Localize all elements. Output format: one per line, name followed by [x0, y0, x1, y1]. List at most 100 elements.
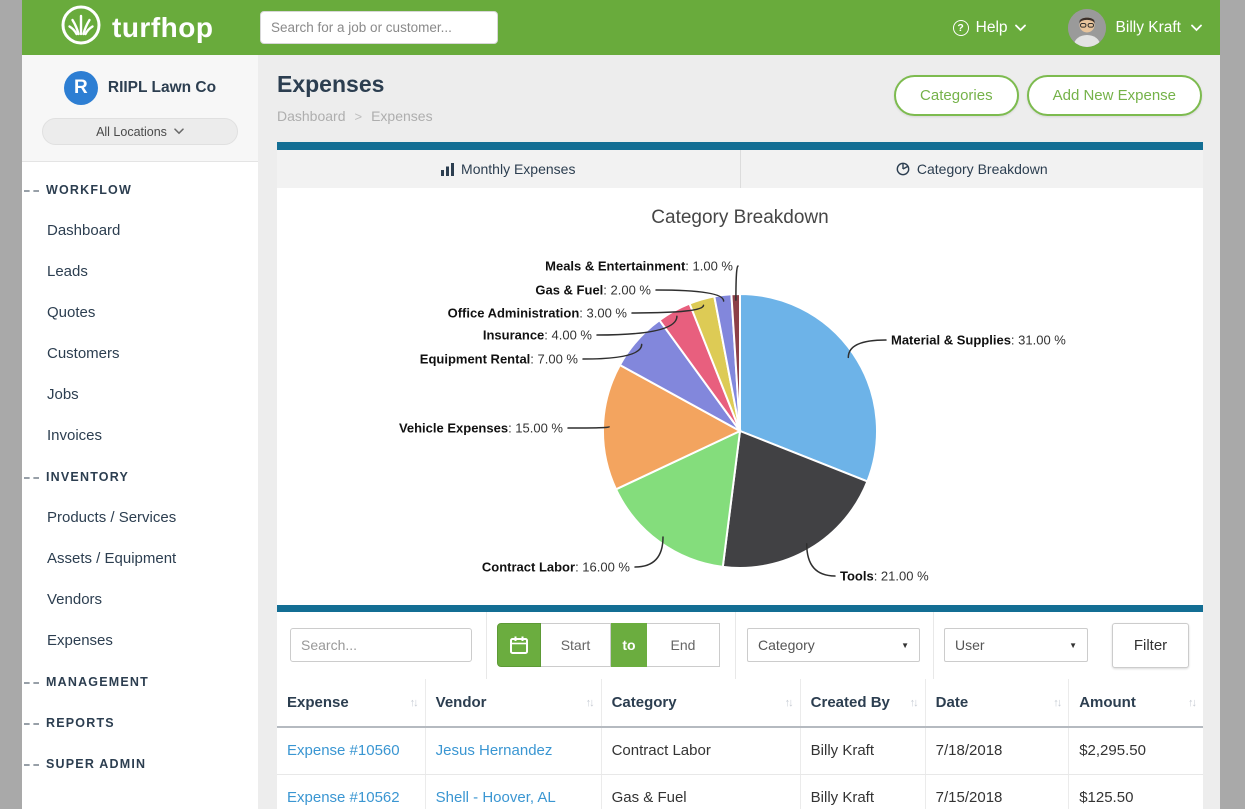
panel-top-accent	[277, 142, 1203, 150]
column-header-expense[interactable]: Expense↑↓	[277, 679, 425, 727]
sidebar-item-expenses[interactable]: Expenses	[22, 620, 258, 661]
sidebar-item-quotes[interactable]: Quotes	[22, 292, 258, 333]
sort-icon[interactable]: ↑↓	[586, 697, 593, 709]
table-header-row: Expense↑↓Vendor↑↓Category↑↓Created By↑↓D…	[277, 679, 1203, 727]
sort-icon[interactable]: ↑↓	[910, 697, 917, 709]
top-navbar: turfhop ? Help Billy Kraft	[22, 0, 1220, 55]
add-new-expense-button[interactable]: Add New Expense	[1027, 75, 1202, 116]
category-select[interactable]: Category ▼	[747, 628, 920, 662]
sort-icon[interactable]: ↑↓	[1053, 697, 1060, 709]
table-row: Expense #10560Jesus HernandezContract La…	[277, 727, 1203, 774]
dashed-line-icon	[24, 764, 39, 766]
help-menu[interactable]: ? Help	[953, 19, 1026, 37]
sidebar-item-jobs[interactable]: Jobs	[22, 374, 258, 415]
sidebar-item-vendors[interactable]: Vendors	[22, 579, 258, 620]
cell-created-by: Billy Kraft	[800, 774, 925, 809]
cell-expense[interactable]: Expense #10562	[277, 774, 425, 809]
sidebar: R RIIPL Lawn Co All Locations WORKFLOW Da…	[22, 55, 258, 809]
sidebar-item-invoices[interactable]: Invoices	[22, 415, 258, 456]
filter-top-accent	[277, 605, 1203, 612]
pie-svg	[277, 188, 1203, 605]
categories-button[interactable]: Categories	[894, 75, 1019, 116]
user-name: Billy Kraft	[1116, 19, 1181, 37]
sort-icon[interactable]: ↑↓	[410, 697, 417, 709]
cell-created-by: Billy Kraft	[800, 727, 925, 774]
sidebar-section-reports[interactable]: REPORTS	[22, 702, 258, 743]
pie-label-contract-labor: Contract Labor: 16.00 %	[482, 560, 630, 575]
sidebar-item-customers[interactable]: Customers	[22, 333, 258, 374]
dashed-line-icon	[24, 477, 39, 479]
help-icon: ?	[953, 20, 969, 36]
chevron-down-icon	[1191, 24, 1202, 32]
sidebar-section-label: SUPER ADMIN	[46, 757, 146, 771]
pie-label-vehicle-expenses: Vehicle Expenses: 15.00 %	[399, 421, 563, 436]
sidebar-section-workflow[interactable]: WORKFLOW	[22, 169, 258, 210]
cell-vendor[interactable]: Shell - Hoover, AL	[425, 774, 601, 809]
tab-category-breakdown[interactable]: Category Breakdown	[740, 150, 1204, 188]
sidebar-section-inventory[interactable]: INVENTORY	[22, 456, 258, 497]
sidebar-section-management[interactable]: MANAGEMENT	[22, 661, 258, 702]
calendar-icon	[509, 635, 529, 655]
pie-label-tools: Tools: 21.00 %	[840, 569, 929, 584]
dashed-line-icon	[24, 723, 39, 725]
calendar-button[interactable]	[497, 623, 541, 667]
cell-category: Gas & Fuel	[601, 774, 800, 809]
pie-chart-icon	[896, 162, 910, 176]
sort-icon[interactable]: ↑↓	[785, 697, 792, 709]
company-logo: R	[64, 71, 98, 105]
left-gutter	[0, 0, 22, 809]
select-arrow-icon: ▼	[1069, 641, 1077, 650]
pie-label-material-supplies: Material & Supplies: 31.00 %	[891, 333, 1066, 348]
expenses-table: Expense↑↓Vendor↑↓Category↑↓Created By↑↓D…	[277, 679, 1203, 809]
breadcrumb-dashboard[interactable]: Dashboard	[277, 108, 346, 124]
sidebar-section-label: INVENTORY	[46, 470, 129, 484]
cell-expense[interactable]: Expense #10560	[277, 727, 425, 774]
help-label: Help	[976, 19, 1008, 37]
table-search-input[interactable]	[290, 628, 472, 662]
cell-amount: $125.50	[1069, 774, 1203, 809]
cell-vendor[interactable]: Jesus Hernandez	[425, 727, 601, 774]
scrollbar[interactable]	[1220, 0, 1245, 809]
sidebar-section-label: WORKFLOW	[46, 183, 132, 197]
sidebar-section-label: MANAGEMENT	[46, 675, 149, 689]
date-start-input[interactable]	[541, 623, 611, 667]
cell-category: Contract Labor	[601, 727, 800, 774]
column-header-vendor[interactable]: Vendor↑↓	[425, 679, 601, 727]
expenses-panel: Monthly Expenses Category Breakdown Cate…	[277, 142, 1203, 809]
filter-button[interactable]: Filter	[1112, 623, 1189, 668]
breadcrumb-expenses: Expenses	[371, 108, 432, 124]
cell-amount: $2,295.50	[1069, 727, 1203, 774]
pie-label-meals-entertainment: Meals & Entertainment: 1.00 %	[545, 259, 733, 274]
select-arrow-icon: ▼	[901, 641, 909, 650]
user-menu[interactable]: Billy Kraft	[1068, 9, 1202, 47]
column-header-created-by[interactable]: Created By↑↓	[800, 679, 925, 727]
date-to-label: to	[611, 623, 647, 667]
column-header-category[interactable]: Category↑↓	[601, 679, 800, 727]
turfhop-grass-icon	[60, 4, 102, 51]
column-header-date[interactable]: Date↑↓	[925, 679, 1069, 727]
sidebar-item-leads[interactable]: Leads	[22, 251, 258, 292]
cell-date: 7/15/2018	[925, 774, 1069, 809]
sort-icon[interactable]: ↑↓	[1188, 697, 1195, 709]
cell-date: 7/18/2018	[925, 727, 1069, 774]
pie-chart-area: Category Breakdown Material & Supplies: …	[277, 188, 1203, 605]
user-select[interactable]: User ▼	[944, 628, 1088, 662]
avatar	[1068, 9, 1106, 47]
brand-logo[interactable]: turfhop	[60, 4, 213, 51]
main-content: Expenses Dashboard > Expenses Categories…	[258, 55, 1220, 809]
chart-tabs: Monthly Expenses Category Breakdown	[277, 150, 1203, 188]
sidebar-company-block: R RIIPL Lawn Co All Locations	[22, 55, 258, 162]
sidebar-section-label: REPORTS	[46, 716, 115, 730]
location-selector[interactable]: All Locations	[42, 118, 238, 145]
pie-label-office-administration: Office Administration: 3.00 %	[448, 306, 627, 321]
sidebar-section-super-admin[interactable]: SUPER ADMIN	[22, 743, 258, 784]
breadcrumb-separator-icon: >	[355, 109, 363, 124]
sidebar-item-assets-equipment[interactable]: Assets / Equipment	[22, 538, 258, 579]
date-end-input[interactable]	[647, 623, 720, 667]
dashed-line-icon	[24, 190, 39, 192]
global-search-input[interactable]	[260, 11, 498, 44]
column-header-amount[interactable]: Amount↑↓	[1069, 679, 1203, 727]
tab-monthly-expenses[interactable]: Monthly Expenses	[277, 150, 740, 188]
sidebar-item-products-services[interactable]: Products / Services	[22, 497, 258, 538]
sidebar-item-dashboard[interactable]: Dashboard	[22, 210, 258, 251]
